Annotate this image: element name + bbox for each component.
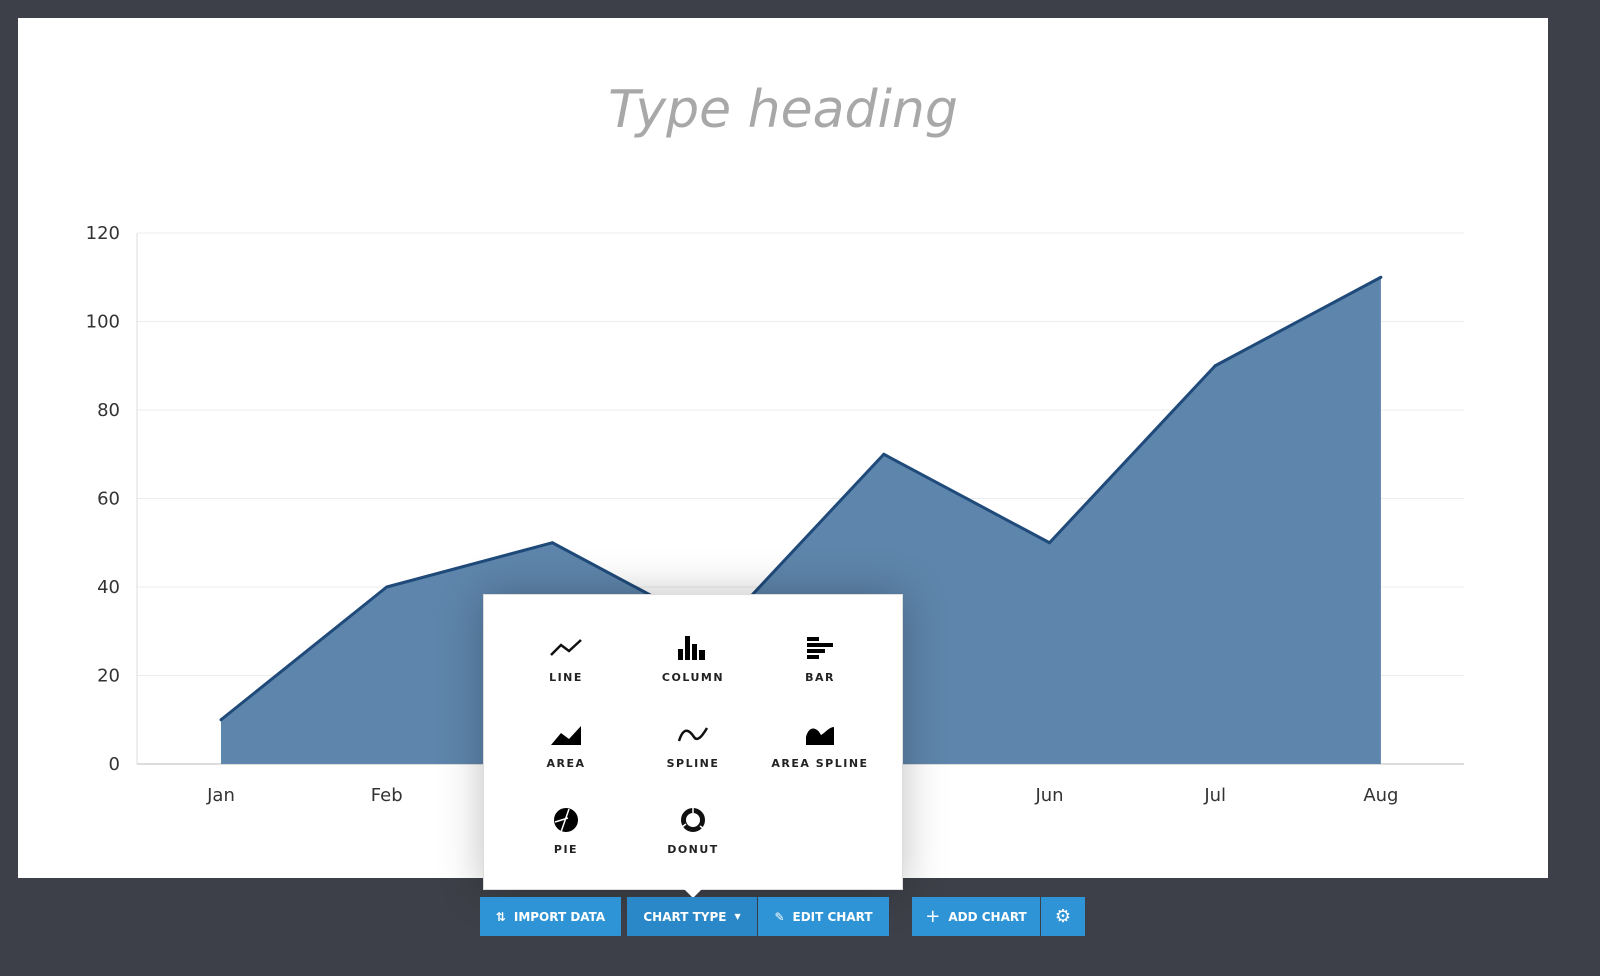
add-chart-button[interactable]: + ADD CHART <box>912 897 1040 936</box>
y-tick-label: 60 <box>97 489 120 510</box>
y-tick-label: 80 <box>97 400 120 421</box>
settings-button[interactable]: ⚙ <box>1041 897 1085 936</box>
chart-type-pie[interactable]: PIE <box>501 805 631 856</box>
gear-icon: ⚙ <box>1054 906 1072 927</box>
option-label: DONUT <box>667 843 719 856</box>
option-label: AREA <box>546 757 586 770</box>
bar-chart-icon <box>807 637 833 659</box>
chart-type-column[interactable]: COLUMN <box>628 633 758 684</box>
x-tick-label: Aug <box>1363 785 1398 806</box>
option-label: SPLINE <box>666 757 720 770</box>
chart-type-donut[interactable]: DONUT <box>628 805 758 856</box>
x-tick-label: Jun <box>1034 785 1063 806</box>
data-point <box>1213 364 1217 368</box>
chart-type-spline[interactable]: SPLINE <box>628 719 758 770</box>
y-tick-label: 40 <box>97 577 120 598</box>
y-tick-label: 120 <box>86 223 120 244</box>
data-point <box>882 452 886 456</box>
area-chart-icon <box>551 726 581 745</box>
option-label: PIE <box>553 843 579 856</box>
caret-down-icon: ▼ <box>734 912 741 921</box>
area-spline-chart-icon <box>806 727 834 745</box>
y-tick-label: 20 <box>97 666 120 687</box>
plus-icon: + <box>925 906 941 927</box>
y-tick-label: 100 <box>86 312 120 333</box>
import-arrows-icon: ⇅ <box>495 909 506 924</box>
import-data-button[interactable]: ⇅ IMPORT DATA <box>480 897 621 936</box>
option-label: BAR <box>805 671 835 684</box>
chart-type-line[interactable]: LINE <box>501 633 631 684</box>
chart-type-area-spline[interactable]: AREA SPLINE <box>755 719 885 770</box>
donut-chart-icon <box>681 807 705 832</box>
chart-type-area[interactable]: AREA <box>501 719 631 770</box>
column-chart-icon <box>678 636 705 660</box>
spline-chart-icon <box>677 727 709 742</box>
data-point <box>219 718 223 722</box>
chart-type-bar[interactable]: BAR <box>755 633 885 684</box>
data-point <box>1048 541 1051 545</box>
x-tick-label: Feb <box>371 785 403 806</box>
chart-type-menu: LINE COLUMN BAR AREA SPLINE AREA SPLINE … <box>483 594 903 898</box>
line-chart-icon <box>550 639 582 656</box>
option-label: AREA SPLINE <box>771 757 869 770</box>
x-tick-label: Jul <box>1203 785 1226 806</box>
edit-chart-button[interactable]: ✎ EDIT CHART <box>758 897 889 936</box>
data-point <box>385 585 389 589</box>
y-tick-label: 0 <box>109 754 120 775</box>
option-label: LINE <box>549 671 583 684</box>
data-point <box>550 541 554 545</box>
pencil-icon: ✎ <box>774 909 785 924</box>
pie-chart-icon <box>554 808 578 833</box>
x-tick-label: Jan <box>206 785 235 806</box>
data-point <box>1379 275 1383 279</box>
option-label: COLUMN <box>661 671 725 684</box>
chart-type-button[interactable]: CHART TYPE ▼ <box>627 897 757 936</box>
